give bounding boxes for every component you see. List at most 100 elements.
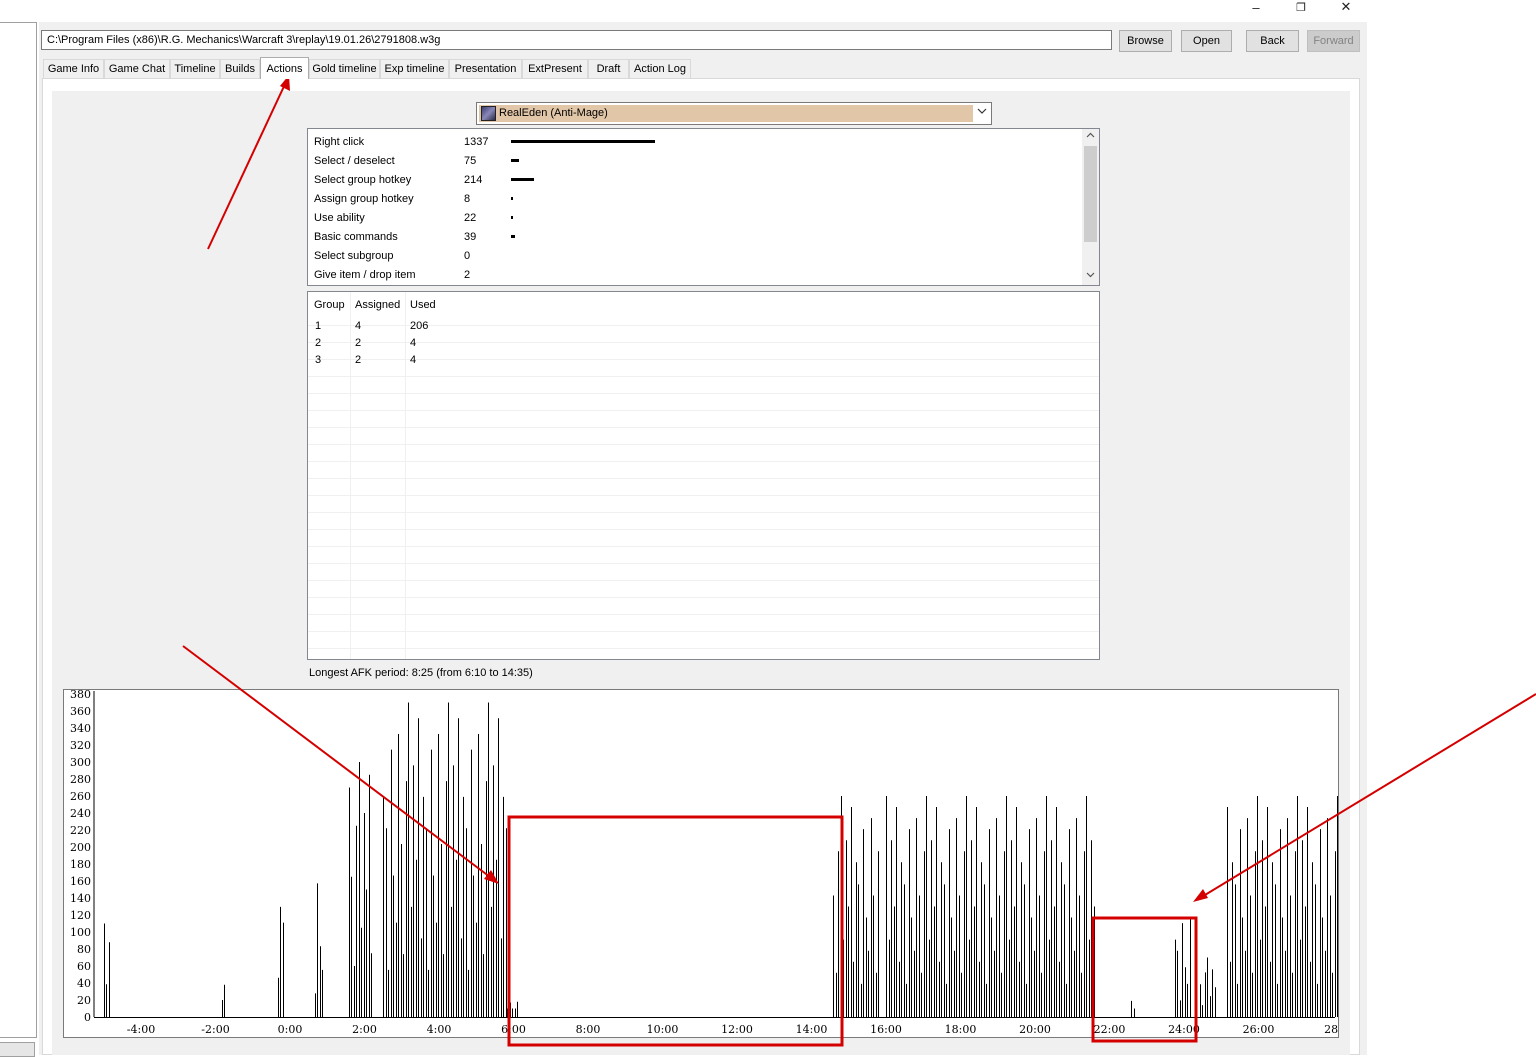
tab-gold-timeline[interactable]: Gold timeline (309, 59, 380, 78)
action-name: Select group hotkey (314, 174, 412, 186)
table-row-line (308, 614, 1099, 615)
player-select[interactable]: RealEden (Anti-Mage) (476, 102, 992, 125)
restore-button[interactable]: ❐ (1286, 0, 1316, 14)
table-row-line (308, 444, 1099, 445)
list-item: Give item / drop item 2 (314, 265, 1074, 284)
scroll-down-icon[interactable] (1082, 270, 1099, 280)
cell-used: 4 (410, 337, 417, 349)
close-button[interactable]: ✕ (1331, 0, 1361, 14)
apm-chart: 3803603403203002802602402202001801601401… (70, 689, 1339, 1036)
action-stats-list[interactable]: Right click 1337 Select / deselect 75 Se… (307, 128, 1100, 286)
table-row-line (308, 427, 1099, 428)
tab-timeline[interactable]: Timeline (170, 59, 220, 78)
tab-actions[interactable]: Actions (260, 57, 309, 79)
y-tick-label: 20 (77, 994, 91, 1007)
cell-used: 206 (410, 320, 429, 332)
table-row-line (308, 410, 1099, 411)
y-tick-label: 80 (77, 943, 91, 956)
cell-assigned: 4 (355, 320, 362, 332)
back-button[interactable]: Back (1246, 30, 1299, 52)
cell-group: 1 (315, 320, 322, 332)
list-item: Use ability 22 (314, 208, 1074, 227)
y-tick-label: 140 (70, 892, 91, 905)
action-count: 0 (464, 250, 471, 262)
y-tick-label: 240 (70, 807, 91, 820)
list-item: Assign group hotkey 8 (314, 189, 1074, 208)
x-tick-label: -4:00 (127, 1023, 155, 1036)
hero-avatar-icon (481, 106, 496, 121)
list-item: Select group hotkey 214 (314, 170, 1074, 189)
tab-game-info[interactable]: Game Info (43, 59, 104, 78)
x-tick-label: 8:00 (576, 1023, 601, 1036)
action-name: Right click (314, 136, 365, 148)
action-count: 1337 (464, 136, 489, 148)
column-header-group[interactable]: Group (314, 299, 345, 311)
action-bar (511, 197, 513, 200)
forward-button[interactable]: Forward (1307, 30, 1360, 52)
table-row-line (308, 461, 1099, 462)
table-row-line (308, 393, 1099, 394)
group-hotkey-table[interactable]: Group Assigned Used 1 4 206 2 2 4 3 2 4 (307, 291, 1100, 660)
y-tick-label: 280 (70, 773, 91, 786)
cell-group: 2 (315, 337, 322, 349)
column-header-used[interactable]: Used (410, 299, 436, 311)
left-panel (0, 22, 37, 1038)
table-row-line (308, 495, 1099, 496)
tab-builds[interactable]: Builds (220, 59, 260, 78)
cell-used: 4 (410, 354, 417, 366)
replay-path-input[interactable] (41, 30, 1112, 50)
column-divider (405, 292, 406, 659)
x-tick-label: 2:00 (352, 1023, 377, 1036)
open-button[interactable]: Open (1181, 30, 1232, 52)
afk-period-label: Longest AFK period: 8:25 (from 6:10 to 1… (309, 667, 533, 679)
y-tick-label: 260 (70, 790, 91, 803)
table-row-line (308, 359, 1099, 360)
x-tick-label: 24:00 (1168, 1023, 1200, 1036)
table-row-line (308, 648, 1099, 649)
x-tick-label: 26:00 (1243, 1023, 1275, 1036)
tab-extpresent[interactable]: ExtPresent (522, 59, 588, 78)
x-tick-label: 14:00 (796, 1023, 828, 1036)
y-tick-label: 0 (84, 1011, 91, 1024)
column-header-assigned[interactable]: Assigned (355, 299, 400, 311)
list-item: Select / deselect 75 (314, 151, 1074, 170)
scrollbar-thumb[interactable] (1084, 146, 1097, 242)
x-tick-label: 28: (1324, 1023, 1339, 1036)
x-tick-label: 4:00 (427, 1023, 452, 1036)
table-row-line (308, 580, 1099, 581)
action-count: 22 (464, 212, 477, 224)
close-icon: ✕ (1340, 0, 1352, 14)
y-tick-label: 360 (70, 705, 91, 718)
cell-assigned: 2 (355, 354, 362, 366)
action-name: Give item / drop item (314, 269, 416, 281)
action-name: Select / deselect (314, 155, 395, 167)
cell-assigned: 2 (355, 337, 362, 349)
x-tick-label: 12:00 (721, 1023, 753, 1036)
action-count: 75 (464, 155, 477, 167)
action-count: 2 (464, 269, 471, 281)
x-tick-label: 10:00 (647, 1023, 679, 1036)
tab-game-chat[interactable]: Game Chat (104, 59, 170, 78)
tab-presentation[interactable]: Presentation (449, 59, 522, 78)
tab-action-log[interactable]: Action Log (629, 59, 691, 78)
action-name: Select subgroup (314, 250, 394, 262)
tab-draft[interactable]: Draft (588, 59, 629, 78)
action-bar (511, 140, 655, 143)
action-count: 214 (464, 174, 483, 186)
list-item: Select subgroup 0 (314, 246, 1074, 265)
table-row-line (308, 478, 1099, 479)
tab-exp-timeline[interactable]: Exp timeline (380, 59, 449, 78)
list-item: Basic commands 39 (314, 227, 1074, 246)
player-select-value: RealEden (Anti-Mage) (499, 107, 608, 119)
browse-button[interactable]: Browse (1119, 30, 1172, 52)
scroll-up-icon[interactable] (1082, 131, 1099, 141)
x-tick-label: 16:00 (870, 1023, 902, 1036)
action-name: Basic commands (314, 231, 398, 243)
action-name: Use ability (314, 212, 365, 224)
action-list-scrollbar[interactable] (1082, 129, 1099, 285)
action-bar (511, 235, 515, 238)
column-divider (350, 292, 351, 659)
action-name: Assign group hotkey (314, 193, 414, 205)
restore-icon: ❐ (1296, 1, 1306, 14)
minimize-button[interactable]: – (1241, 0, 1271, 15)
